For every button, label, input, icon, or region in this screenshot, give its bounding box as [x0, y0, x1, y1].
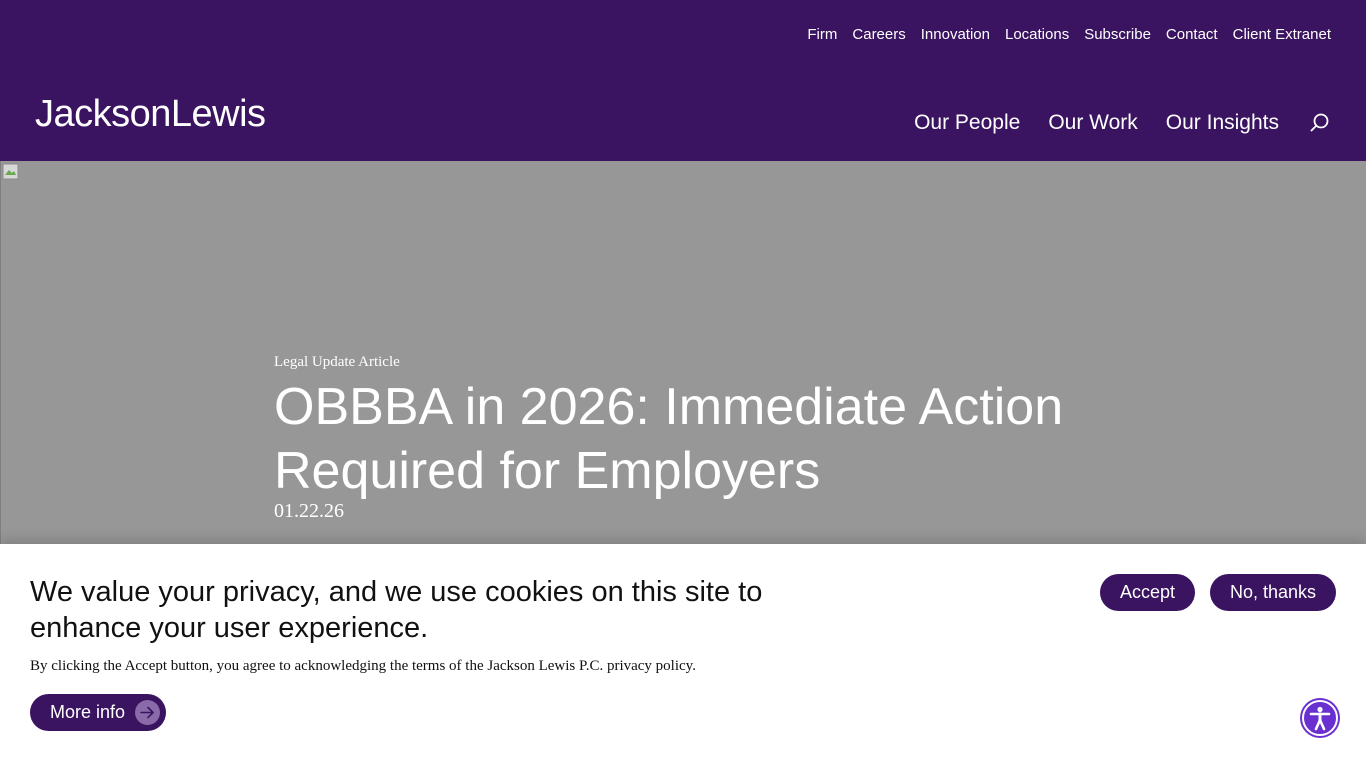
arrow-right-icon [135, 700, 160, 725]
main-nav-our-insights[interactable]: Our Insights [1166, 110, 1279, 136]
more-info-button[interactable]: More info [30, 694, 166, 731]
hero-banner: Legal Update Article OBBBA in 2026: Imme… [0, 161, 1366, 551]
main-nav-our-work[interactable]: Our Work [1048, 110, 1137, 136]
hero-content: Legal Update Article OBBBA in 2026: Imme… [274, 353, 1134, 523]
utility-nav: Firm Careers Innovation Locations Subscr… [807, 25, 1331, 45]
main-nav-our-people[interactable]: Our People [914, 110, 1020, 136]
site-header: Firm Careers Innovation Locations Subscr… [0, 0, 1366, 161]
decline-button[interactable]: No, thanks [1210, 574, 1336, 611]
accessibility-icon[interactable] [1300, 698, 1340, 738]
util-nav-subscribe[interactable]: Subscribe [1084, 25, 1151, 45]
cookie-text: By clicking the Accept button, you agree… [30, 658, 696, 674]
article-title: OBBBA in 2026: Immediate Action Required… [274, 378, 1064, 500]
more-info-label: More info [50, 702, 126, 722]
search-icon[interactable] [1309, 112, 1331, 134]
broken-image-icon [2, 163, 19, 180]
util-nav-client-extranet[interactable]: Client Extranet [1233, 25, 1331, 45]
accept-button[interactable]: Accept [1100, 574, 1195, 611]
util-nav-innovation[interactable]: Innovation [921, 25, 990, 45]
cookie-banner: We value your privacy, and we use cookie… [0, 544, 1366, 768]
article-type: Legal Update Article [274, 354, 400, 370]
util-nav-firm[interactable]: Firm [807, 25, 837, 45]
util-nav-locations[interactable]: Locations [1005, 25, 1069, 45]
util-nav-contact[interactable]: Contact [1166, 25, 1218, 45]
main-nav: Our People Our Work Our Insights [914, 110, 1331, 136]
cookie-heading: We value your privacy, and we use cookie… [30, 576, 763, 644]
site-logo[interactable]: JacksonLewis [35, 92, 266, 136]
util-nav-careers[interactable]: Careers [852, 25, 905, 45]
